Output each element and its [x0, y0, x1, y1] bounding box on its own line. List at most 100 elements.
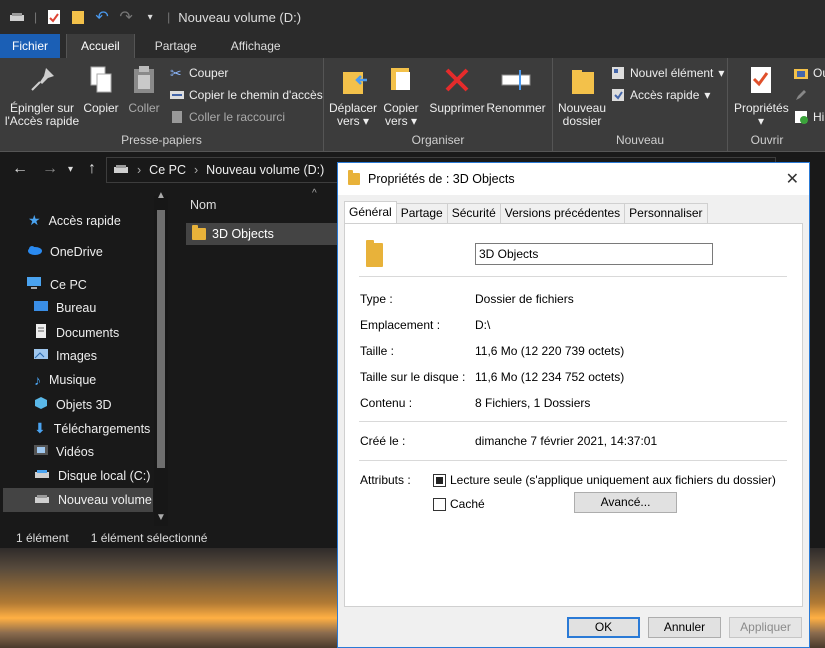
sidebar-item-label: Accès rapide	[48, 213, 121, 228]
ok-button[interactable]: OK	[567, 617, 640, 638]
paste-label: Coller	[128, 101, 160, 115]
dialog-title-bar: Propriétés de : 3D Objects ✕	[338, 163, 809, 195]
size-label: Taille :	[360, 344, 395, 358]
undo-icon[interactable]: ↶	[93, 8, 111, 26]
up-arrow-icon[interactable]: ↑	[88, 160, 96, 178]
copy-path-label: Copier le chemin d'accès	[189, 88, 323, 102]
sidebar-item-label: Nouveau volume (	[58, 493, 160, 507]
tab-previous-versions[interactable]: Versions précédentes	[499, 203, 626, 223]
tab-sharing[interactable]: Partage	[395, 203, 448, 223]
breadcrumb-volume[interactable]: Nouveau volume (D:)	[206, 163, 324, 177]
created-value: dimanche 7 février 2021, 14:37:01	[475, 434, 658, 448]
move-to-icon	[337, 64, 369, 96]
new-folder-button[interactable]: Nouveau dossier	[555, 64, 609, 128]
sidebar-item-desktop[interactable]: Bureau	[34, 300, 96, 315]
drive-icon	[8, 8, 26, 26]
drive-icon	[113, 163, 129, 178]
column-header-name[interactable]: Nom	[190, 198, 216, 212]
tab-security[interactable]: Sécurité	[446, 203, 501, 223]
forward-arrow-icon[interactable]: →	[42, 160, 58, 178]
tab-general[interactable]: Général	[344, 201, 397, 223]
tab-file[interactable]: Fichier	[0, 34, 61, 58]
copy-path-button[interactable]: Copier le chemin d'accès	[170, 88, 323, 102]
location-label: Emplacement :	[360, 318, 441, 332]
edit-icon	[794, 88, 808, 102]
open-button[interactable]: Ou	[794, 66, 825, 80]
sort-chevron-icon: ^	[312, 188, 317, 199]
sidebar-item-onedrive[interactable]: OneDrive	[26, 244, 103, 259]
copy-to-button[interactable]: Copier vers ▾	[378, 64, 424, 128]
delete-button[interactable]: Supprimer	[428, 64, 486, 115]
scroll-up-icon[interactable]: ▲	[156, 190, 166, 201]
paste-shortcut-button[interactable]: Coller le raccourci	[170, 110, 285, 124]
scissors-icon: ✂	[170, 65, 182, 81]
advanced-button[interactable]: Avancé...	[574, 492, 677, 513]
properties-button[interactable]: Propriétés ▾	[734, 64, 789, 128]
tab-view[interactable]: Affichage	[217, 34, 295, 58]
sidebar-item-new-volume[interactable]: Nouveau volume (	[3, 488, 159, 512]
sidebar-item-this-pc[interactable]: Ce PC	[26, 276, 87, 293]
new-group-label: Nouveau	[615, 133, 665, 147]
breadcrumb-chevron-icon: ›	[194, 163, 199, 177]
sidebar-item-quick-access[interactable]: ★ Accès rapide	[28, 212, 121, 229]
properties-checklist-icon[interactable]	[45, 8, 63, 26]
rename-button[interactable]: Renommer	[486, 64, 546, 115]
paste-shortcut-label: Coller le raccourci	[189, 110, 286, 124]
type-label: Type :	[360, 292, 393, 306]
separator: |	[34, 10, 38, 24]
breadcrumb-this-pc[interactable]: Ce PC	[149, 163, 186, 177]
clipboard-group: Épingler sur l'Accès rapide Copier Colle…	[0, 58, 324, 151]
history-icon	[794, 110, 808, 124]
history-button[interactable]: Hi	[794, 110, 824, 124]
sidebar-item-3d-objects[interactable]: Objets 3D	[34, 396, 112, 413]
readonly-checkbox[interactable]: Lecture seule (s'applique uniquement aux…	[433, 473, 776, 487]
folder-name-input[interactable]	[475, 243, 713, 265]
tab-home[interactable]: Accueil	[66, 34, 135, 58]
pin-icon	[26, 64, 58, 96]
properties-dialog: Propriétés de : 3D Objects ✕ Général Par…	[337, 162, 810, 648]
sidebar-item-label: Disque local (C:)	[58, 468, 151, 483]
cancel-button[interactable]: Annuler	[648, 617, 721, 638]
move-to-label: Déplacer vers	[328, 101, 378, 128]
scroll-down-icon[interactable]: ▼	[156, 512, 166, 523]
close-icon[interactable]: ✕	[786, 169, 799, 189]
cut-button[interactable]: ✂ Couper	[170, 66, 228, 80]
sidebar-item-videos[interactable]: Vidéos	[34, 444, 94, 459]
pin-quick-access-button[interactable]: Épingler sur l'Accès rapide	[4, 64, 80, 128]
new-item-label: Nouvel élément	[630, 66, 714, 80]
sidebar-item-local-disk[interactable]: Disque local (C:)	[34, 468, 150, 483]
sidebar-item-label: Objets 3D	[56, 397, 112, 412]
hidden-checkbox[interactable]: Caché	[433, 497, 485, 511]
properties-checklist-icon	[745, 64, 777, 96]
sidebar-item-documents[interactable]: Documents	[34, 324, 119, 341]
move-to-button[interactable]: Déplacer vers ▾	[328, 64, 378, 128]
location-value: D:\	[475, 318, 491, 332]
open-group-label: Ouvrir	[750, 133, 784, 147]
paste-button[interactable]: Coller	[124, 64, 164, 115]
rename-label: Renommer	[486, 101, 546, 115]
new-folder-icon[interactable]	[69, 8, 87, 26]
new-folder-icon	[566, 64, 598, 96]
new-item-button[interactable]: Nouvel élément ▾	[611, 66, 724, 80]
edit-button[interactable]	[794, 88, 808, 102]
folder-icon	[192, 225, 206, 240]
tab-share[interactable]: Partage	[141, 34, 211, 58]
sidebar-item-downloads[interactable]: ⬇ Téléchargements	[34, 420, 150, 437]
attributes-label: Attributs :	[360, 473, 411, 487]
created-label: Créé le :	[360, 434, 406, 448]
easy-access-button[interactable]: Accès rapide ▾	[611, 88, 710, 102]
sidebar-item-music[interactable]: ♪ Musique	[34, 372, 96, 388]
file-row[interactable]: 3D Objects	[186, 223, 356, 245]
title-bar: | ↶ ↷ ▾ | Nouveau volume (D:)	[0, 0, 825, 34]
sidebar-item-label: Vidéos	[56, 444, 94, 459]
tab-customize[interactable]: Personnaliser	[624, 203, 708, 223]
document-icon	[34, 324, 48, 341]
copy-button[interactable]: Copier	[82, 64, 120, 115]
sidebar-scroll-thumb[interactable]	[157, 210, 165, 468]
customize-toolbar-icon[interactable]: ▾	[141, 8, 159, 26]
sidebar-item-pictures[interactable]: Images	[34, 348, 97, 363]
redo-icon[interactable]: ↷	[117, 8, 135, 26]
apply-button[interactable]: Appliquer	[729, 617, 802, 638]
recent-locations-chevron-icon[interactable]: ▾	[68, 164, 73, 175]
back-arrow-icon[interactable]: ←	[12, 160, 28, 178]
